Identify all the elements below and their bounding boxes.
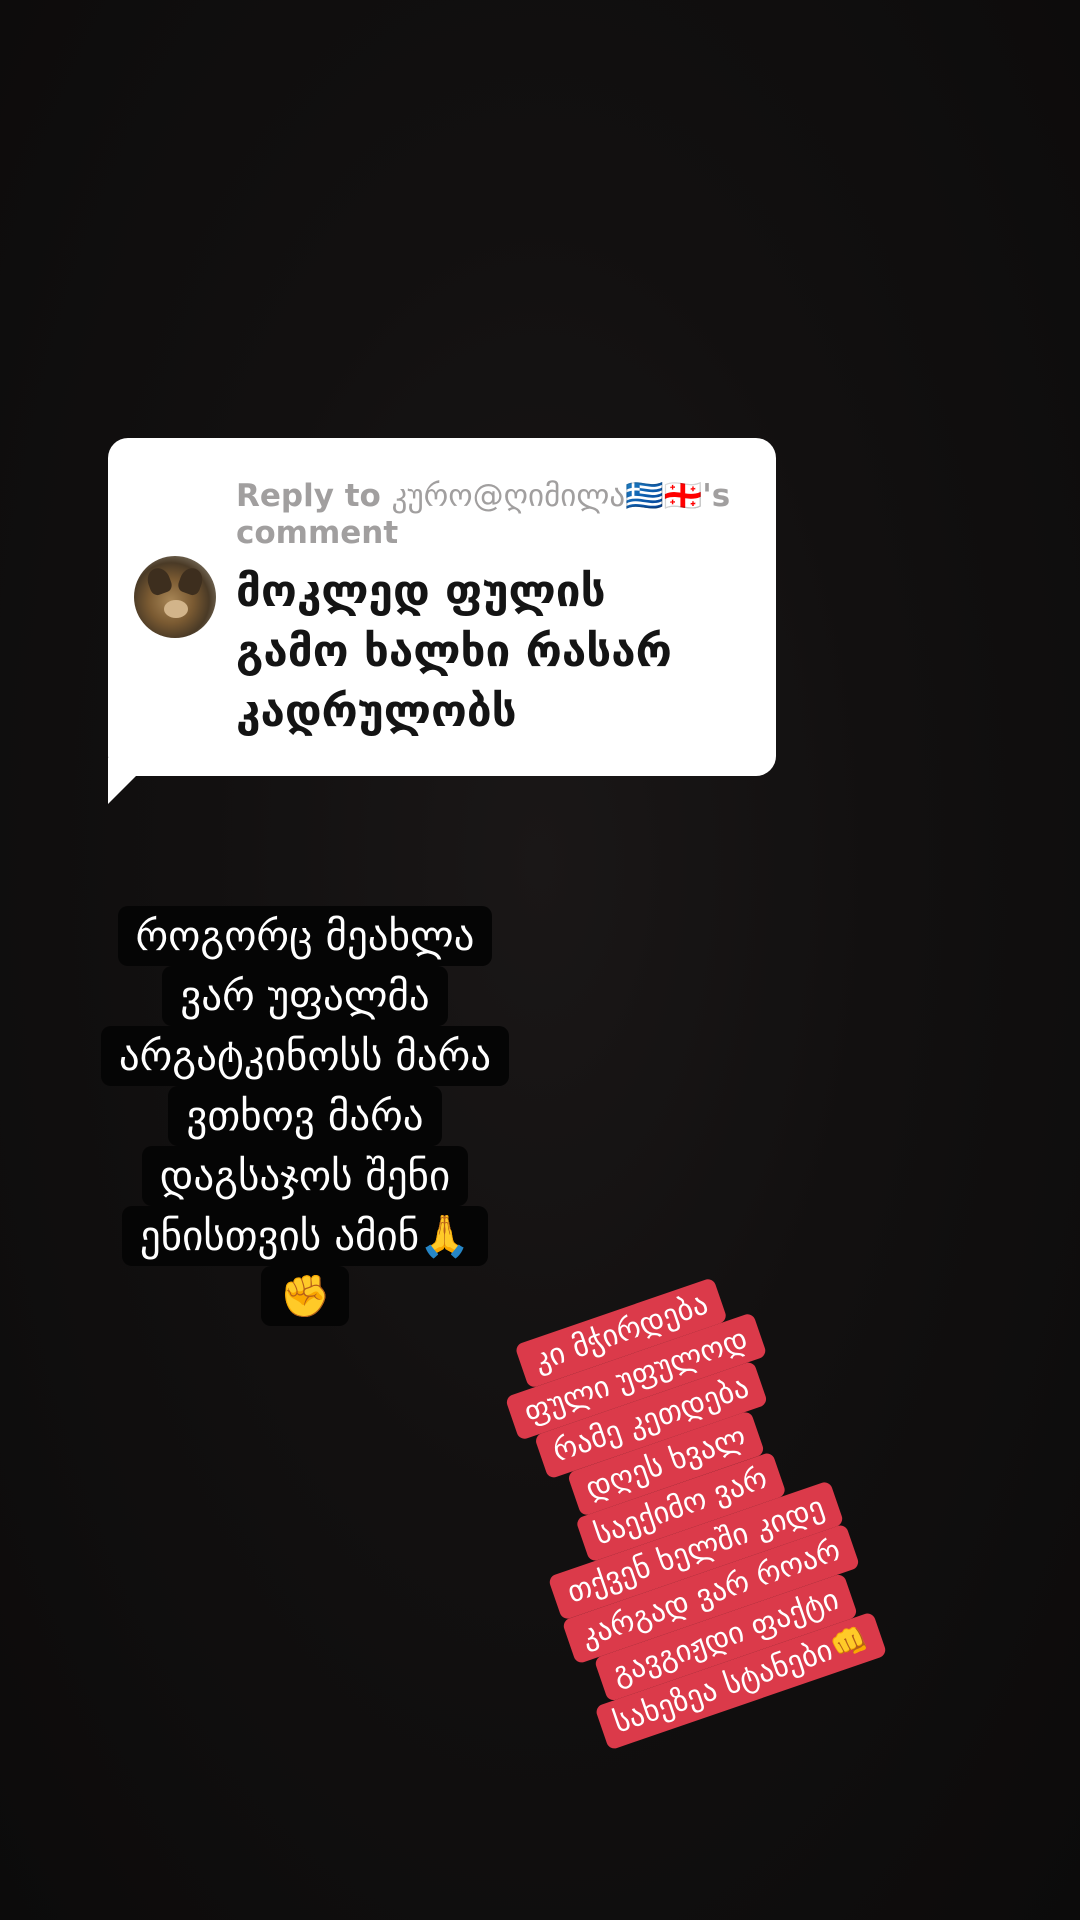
avatar-dog-ear-left bbox=[144, 565, 174, 597]
caption-line: როგორც მეახლა bbox=[117, 906, 493, 966]
avatar[interactable] bbox=[134, 556, 216, 638]
reply-suffix-comment: comment bbox=[236, 515, 399, 551]
reply-comment-text: მოკლედ ფულის გამო ხალხი რასარ კადრულობს bbox=[236, 562, 756, 742]
comment-line: მოკლედ ფულის bbox=[236, 566, 606, 617]
caption-line: ვარ უფალმა bbox=[162, 966, 448, 1026]
comment-line: კადრულობს bbox=[236, 686, 517, 737]
speech-bubble-tail bbox=[108, 758, 154, 804]
comment-line: გამო ხალხი რასარ bbox=[236, 626, 672, 677]
avatar-dog-ear-right bbox=[176, 565, 206, 597]
text-overlay-caption: როგორც მეახლა ვარ უფალმა არგატკინოსს მარ… bbox=[40, 906, 570, 1326]
caption-line: ენისთვის ამინ🙏 bbox=[121, 1206, 489, 1266]
caption-line: არგატკინოსს მარა bbox=[100, 1026, 510, 1086]
reply-prefix: Reply to bbox=[236, 478, 381, 514]
reply-comment-card[interactable]: Reply to კურო@ღიმილა🇬🇷🇬🇪's comment მოკლე… bbox=[108, 438, 776, 804]
caption-line: ვთხოვ მარა bbox=[168, 1086, 442, 1146]
avatar-dog-snout bbox=[164, 600, 188, 618]
caption-line: დაგსაჯოს შენი bbox=[141, 1146, 469, 1206]
reply-suffix: 's bbox=[702, 478, 731, 514]
caption-line: ✊ bbox=[261, 1266, 349, 1326]
reply-username[interactable]: კურო@ღიმილა🇬🇷🇬🇪 bbox=[392, 478, 703, 514]
reply-header: Reply to კურო@ღიმილა🇬🇷🇬🇪's comment bbox=[236, 478, 756, 552]
